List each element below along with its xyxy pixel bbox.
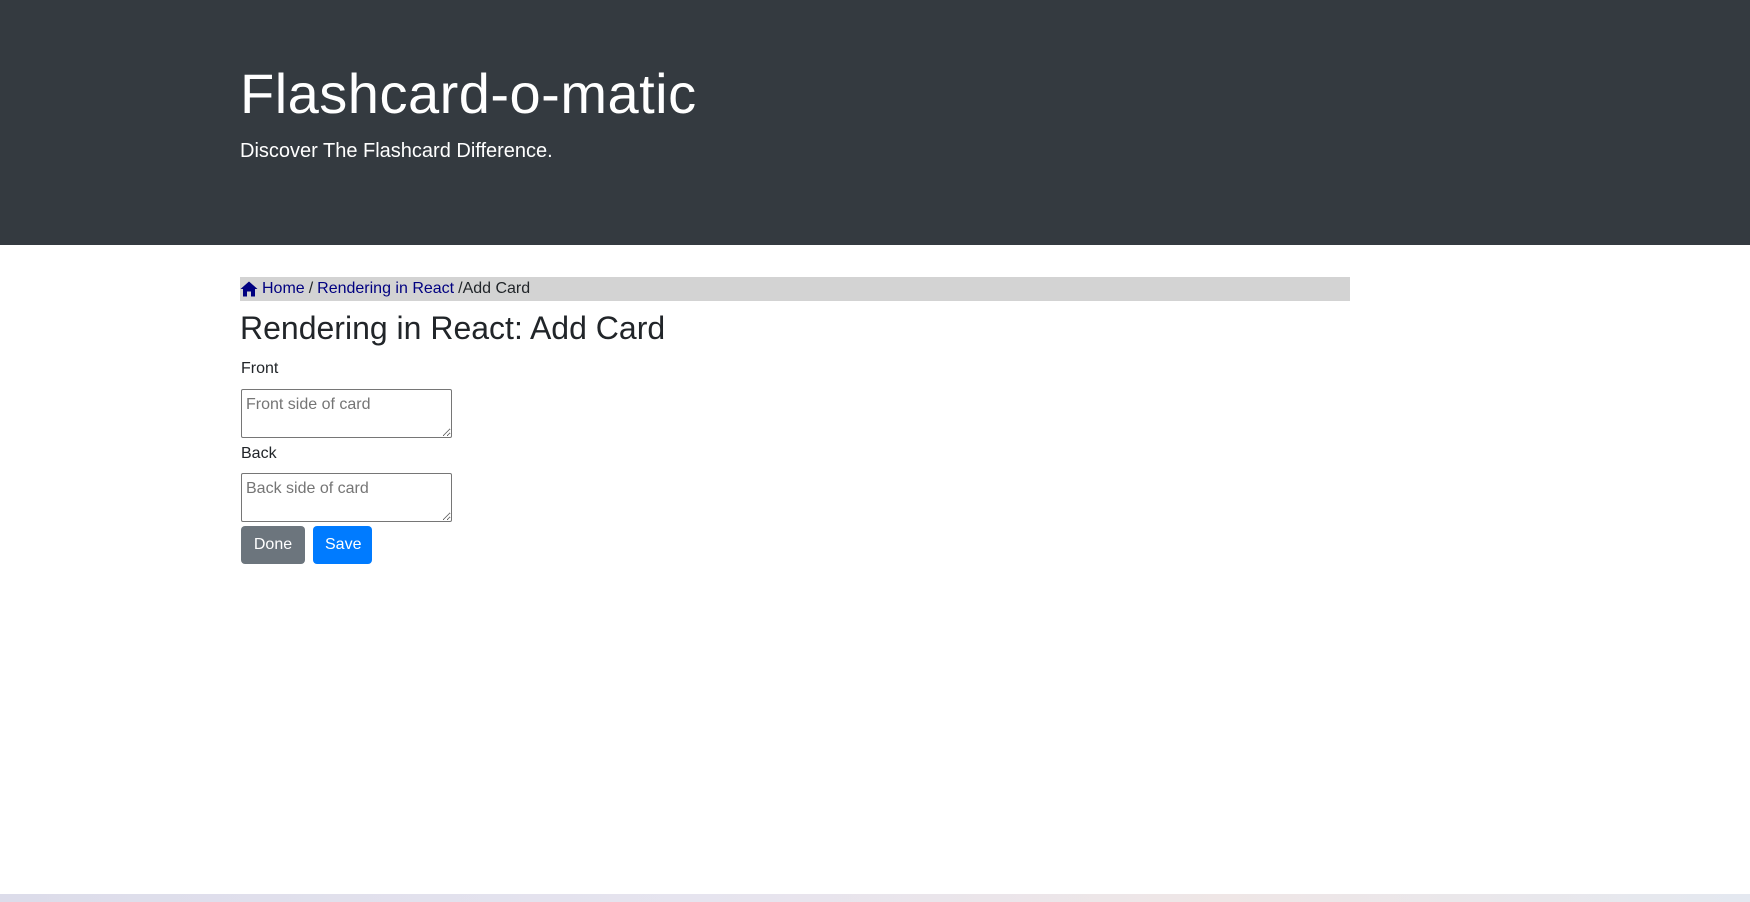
breadcrumb-separator: / [308,280,314,297]
page-title: Rendering in React: Add Card [240,310,666,346]
front-label: Front [241,360,279,377]
breadcrumb-home-link[interactable]: Home [262,280,305,298]
back-textarea[interactable] [241,473,452,522]
breadcrumb-current: Add Card [462,280,531,297]
home-icon[interactable] [240,281,258,297]
save-button[interactable]: Save [313,526,372,564]
breadcrumb: Home / Rendering in React / Add Card [240,277,1350,301]
site-header: Flashcard-o-matic Discover The Flashcard… [0,0,1750,245]
front-textarea[interactable] [241,389,452,438]
site-subtitle: Discover The Flashcard Difference. [240,140,553,162]
site-title: Flashcard-o-matic [240,62,697,125]
breadcrumb-deck-link[interactable]: Rendering in React [317,280,454,298]
done-button[interactable]: Done [241,526,305,564]
taskbar-edge [0,894,1750,902]
back-label: Back [241,445,277,462]
